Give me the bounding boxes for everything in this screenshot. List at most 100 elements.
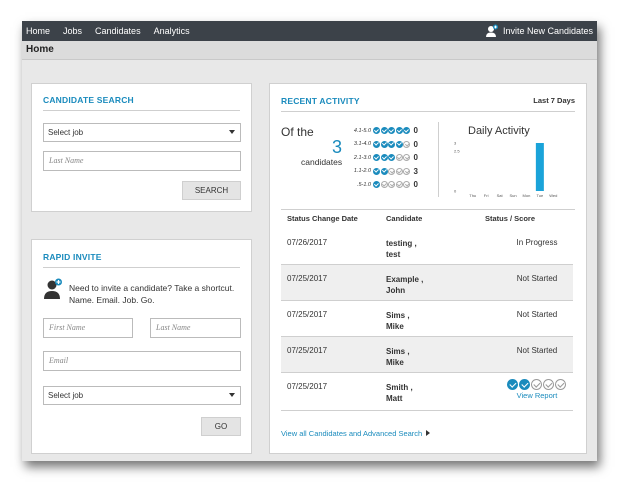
check-icon	[507, 379, 518, 390]
row-candidate-line1: Smith ,	[386, 383, 413, 392]
check-icon	[395, 181, 403, 189]
divider	[43, 110, 240, 111]
job-select[interactable]: Select job	[43, 123, 241, 142]
table-row[interactable]: 07/25/2017 Sims , Mike Not Started	[281, 337, 573, 373]
of-the-label: Of the	[281, 125, 314, 139]
x-tick-label: Wed	[549, 193, 557, 198]
table-row[interactable]: 07/26/2017 testing , test In Progress	[281, 229, 573, 265]
invite-job-select-value: Select job	[48, 391, 84, 400]
nav-jobs[interactable]: Jobs	[63, 26, 82, 36]
candidate-search-card: CANDIDATE SEARCH Select job Last Name SE…	[31, 83, 252, 212]
table-row[interactable]: 07/25/2017 Example , John Not Started	[281, 265, 573, 301]
score-range: 1.1-2.0	[353, 168, 371, 175]
rapid-invite-card: RAPID INVITE Need to invite a candidate?…	[31, 239, 252, 454]
row-candidate-line2: test	[386, 250, 401, 259]
invite-new-candidates-button[interactable]: Invite New Candidates	[485, 24, 593, 38]
score-row: 3.1-4.0 0	[351, 140, 431, 150]
x-tick-label: Mon	[523, 193, 531, 198]
chevron-down-icon	[229, 393, 235, 397]
check-icon	[388, 181, 395, 189]
y-tick-label: 2.5	[454, 149, 460, 154]
check-icon	[395, 127, 403, 135]
row-candidate[interactable]: Sims , Mike	[386, 346, 410, 368]
row-status: Not Started	[516, 274, 558, 283]
chart-bar	[535, 143, 544, 191]
table-row[interactable]: 07/25/2017 Sims , Mike Not Started	[281, 301, 573, 337]
score-row: 2.1-3.0 0	[351, 153, 431, 163]
go-button[interactable]: GO	[201, 417, 241, 436]
check-icon	[373, 127, 380, 135]
recent-activity-card: RECENT ACTIVITY Last 7 Days Of the 3 can…	[269, 83, 587, 454]
check-icon	[388, 127, 395, 135]
row-candidate-line1: Sims ,	[386, 347, 410, 356]
check-icon	[403, 154, 410, 162]
row-date: 07/26/2017	[287, 238, 328, 247]
check-icon	[519, 379, 530, 390]
daily-activity-title: Daily Activity	[468, 125, 530, 137]
nav-candidates[interactable]: Candidates	[95, 26, 141, 36]
score-range: .5-1.0	[356, 181, 371, 188]
daily-activity-chart: 3 2.5 0 Thu Fri Sat Sun Mon Tue Wed	[454, 141, 557, 199]
score-count: 0	[413, 139, 418, 149]
page-title: Home	[22, 41, 597, 60]
activity-table: 07/26/2017 testing , test In Progress 07/…	[281, 229, 575, 414]
job-select-value: Select job	[48, 128, 84, 137]
check-icon	[395, 140, 403, 148]
check-icon	[395, 167, 403, 175]
person-icon	[44, 278, 62, 299]
row-candidate-line1: Sims ,	[386, 311, 410, 320]
first-name-input[interactable]: First Name	[43, 318, 133, 338]
row-candidate[interactable]: Smith , Matt	[386, 382, 413, 404]
x-tick-label: Sat	[497, 193, 504, 198]
candidate-search-title: CANDIDATE SEARCH	[43, 95, 134, 105]
x-tick-label: Thu	[469, 193, 476, 198]
last-name-input[interactable]: Last Name	[150, 318, 241, 338]
nav-home[interactable]: Home	[26, 26, 50, 36]
row-candidate[interactable]: Example , John	[386, 274, 423, 296]
row-candidate-line2: John	[386, 286, 406, 295]
check-icon	[403, 127, 410, 135]
email-input[interactable]: Email	[43, 351, 241, 371]
check-icon	[388, 154, 395, 162]
divider	[438, 122, 439, 197]
x-tick-label: Tue	[536, 193, 544, 198]
activity-table-header: Status Change Date Candidate Status / Sc…	[281, 209, 575, 227]
view-all-link[interactable]: View all Candidates and Advanced Search	[281, 429, 431, 438]
y-tick-label: 3	[454, 141, 457, 146]
score-row: 4.1-5.0 0	[351, 126, 431, 136]
score-range: 4.1-5.0	[353, 127, 371, 134]
rapid-invite-message-line1: Need to invite a candidate? Take a short…	[69, 283, 235, 293]
nav-analytics[interactable]: Analytics	[154, 26, 190, 36]
row-candidate-line2: Mike	[386, 358, 404, 367]
view-all-link-label: View all Candidates and Advanced Search	[281, 429, 423, 438]
rapid-invite-title: RAPID INVITE	[43, 252, 102, 262]
row-candidate-line1: testing ,	[386, 239, 417, 248]
column-status: Status / Score	[485, 214, 536, 223]
top-nav: Home Jobs Candidates Analytics Invite Ne…	[22, 21, 597, 41]
last-name-search-input[interactable]: Last Name	[43, 151, 241, 171]
score-count: 3	[413, 166, 418, 176]
check-icon	[373, 181, 380, 189]
search-button[interactable]: SEARCH	[182, 181, 241, 200]
invite-label: Invite New Candidates	[502, 26, 593, 36]
view-report-link[interactable]: View Report	[517, 391, 558, 400]
candidates-label: candidates	[301, 157, 343, 167]
invite-job-select[interactable]: Select job	[43, 386, 241, 405]
check-icon	[388, 167, 395, 175]
check-icon	[380, 140, 388, 148]
row-candidate[interactable]: testing , test	[386, 238, 417, 260]
total-candidates: 3	[332, 137, 343, 157]
check-icon	[380, 167, 388, 175]
row-candidate[interactable]: Sims , Mike	[386, 310, 410, 332]
row-date: 07/25/2017	[287, 382, 328, 391]
check-icon	[555, 379, 566, 390]
score-count: 0	[413, 126, 418, 136]
y-tick-label: 0	[454, 189, 457, 194]
check-icon	[531, 379, 542, 390]
row-score: View Report	[501, 379, 573, 402]
table-row[interactable]: 07/25/2017 Smith , Matt View Report	[281, 373, 573, 411]
divider	[43, 267, 240, 268]
check-icon	[395, 154, 403, 162]
score-count: 0	[413, 180, 418, 190]
row-candidate-line2: Mike	[386, 322, 404, 331]
